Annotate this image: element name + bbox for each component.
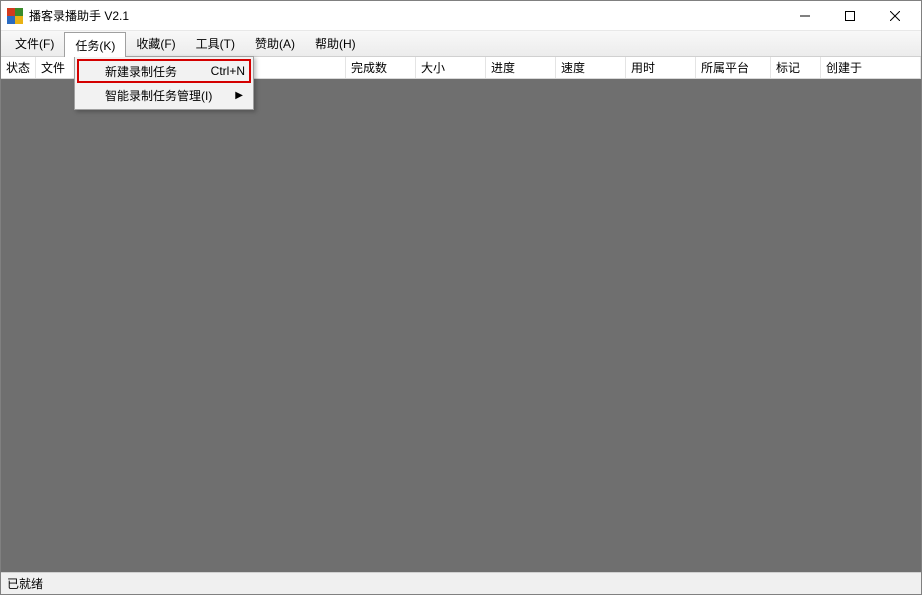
menu-task[interactable]: 任务(K)	[64, 32, 126, 57]
menu-file[interactable]: 文件(F)	[5, 31, 64, 56]
status-text: 已就绪	[7, 575, 43, 592]
task-dropdown: 新建录制任务 Ctrl+N 智能录制任务管理(I) ▶	[74, 56, 254, 110]
col-created[interactable]: 创建于	[821, 57, 921, 78]
close-button[interactable]	[872, 1, 917, 30]
col-speed[interactable]: 速度	[556, 57, 626, 78]
col-mark[interactable]: 标记	[771, 57, 821, 78]
menu-tools[interactable]: 工具(T)	[186, 31, 245, 56]
minimize-button[interactable]	[782, 1, 827, 30]
menu-item-label: 新建录制任务	[105, 63, 201, 80]
chevron-right-icon: ▶	[235, 90, 243, 101]
col-status[interactable]: 状态	[1, 57, 36, 78]
titlebar: 播客录播助手 V2.1	[1, 1, 921, 31]
menubar: 文件(F) 任务(K) 收藏(F) 工具(T) 赞助(A) 帮助(H)	[1, 31, 921, 57]
col-size[interactable]: 大小	[416, 57, 486, 78]
col-platform[interactable]: 所属平台	[696, 57, 771, 78]
statusbar: 已就绪	[1, 572, 921, 594]
app-icon	[7, 8, 23, 24]
col-elapsed[interactable]: 用时	[626, 57, 696, 78]
menu-item-accel: Ctrl+N	[211, 64, 245, 78]
menu-favorite[interactable]: 收藏(F)	[126, 31, 185, 56]
content-area	[1, 79, 921, 572]
window-controls	[782, 1, 917, 30]
window-title: 播客录播助手 V2.1	[29, 7, 782, 24]
menu-smart-record-mgmt[interactable]: 智能录制任务管理(I) ▶	[77, 83, 251, 107]
menu-help[interactable]: 帮助(H)	[305, 31, 366, 56]
menu-item-label: 智能录制任务管理(I)	[105, 87, 245, 104]
maximize-button[interactable]	[827, 1, 872, 30]
menu-new-record-task[interactable]: 新建录制任务 Ctrl+N	[77, 59, 251, 83]
menu-sponsor[interactable]: 赞助(A)	[245, 31, 305, 56]
col-progress[interactable]: 进度	[486, 57, 556, 78]
col-done[interactable]: 完成数	[346, 57, 416, 78]
